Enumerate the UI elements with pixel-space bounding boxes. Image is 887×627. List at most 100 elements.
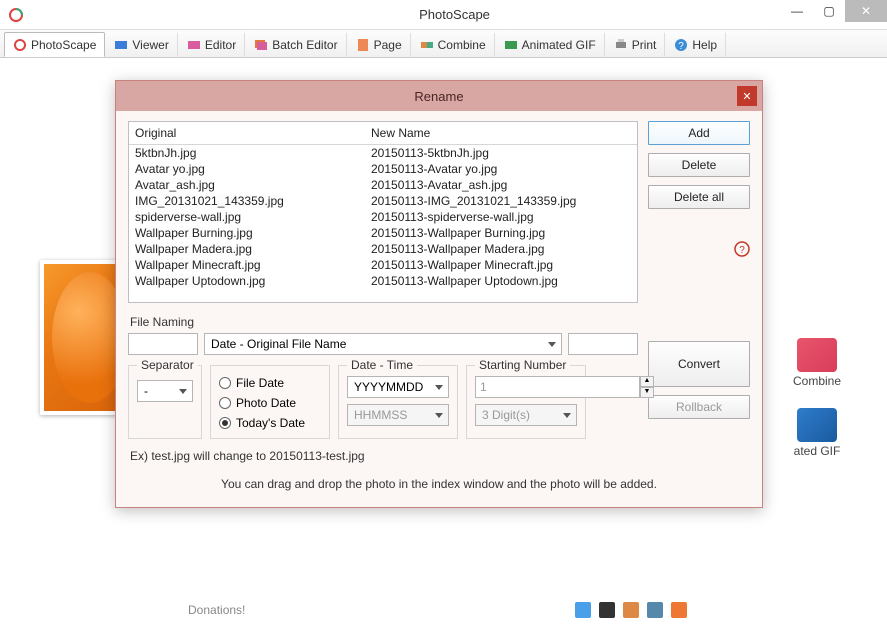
titlebar: PhotoScape — ▢ ✕ xyxy=(0,0,887,30)
drag-drop-hint: You can drag and drop the photo in the i… xyxy=(128,477,750,495)
status-icon-3[interactable] xyxy=(647,602,663,618)
tab-label: Batch Editor xyxy=(272,38,337,52)
table-row[interactable]: IMG_20131021_143359.jpg20150113-IMG_2013… xyxy=(129,193,637,209)
status-icon-4[interactable] xyxy=(671,602,687,618)
svg-text:?: ? xyxy=(739,245,745,256)
donations-link[interactable]: Donations! xyxy=(188,603,245,617)
feature-label: Combine xyxy=(793,374,841,388)
prefix-input[interactable] xyxy=(128,333,198,355)
page-icon xyxy=(356,38,370,52)
date-time-legend: Date - Time xyxy=(347,358,417,372)
tab-batch-editor[interactable]: Batch Editor xyxy=(245,32,346,57)
radio-icon xyxy=(219,397,231,409)
tab-label: Print xyxy=(632,38,657,52)
naming-template-select[interactable]: Date - Original File Name xyxy=(204,333,562,355)
dialog-titlebar[interactable]: Rename ✕ xyxy=(116,81,762,111)
help-icon: ? xyxy=(674,38,688,52)
separator-legend: Separator xyxy=(137,358,198,372)
app-icon xyxy=(8,7,24,23)
digits-select[interactable]: 3 Digit(s) xyxy=(475,404,577,426)
tab-photoscape[interactable]: PhotoScape xyxy=(4,32,105,57)
radio-icon xyxy=(219,377,231,389)
delete-all-button[interactable]: Delete all xyxy=(648,185,750,209)
table-row[interactable]: Avatar yo.jpg20150113-Avatar yo.jpg xyxy=(129,161,637,177)
close-button[interactable]: ✕ xyxy=(845,0,887,22)
suffix-input[interactable] xyxy=(568,333,638,355)
radio-photo-date[interactable]: Photo Date xyxy=(219,396,321,410)
status-icons xyxy=(575,602,687,618)
feature-animated-gif[interactable]: ated GIF xyxy=(787,408,847,458)
delete-button[interactable]: Delete xyxy=(648,153,750,177)
gif-icon xyxy=(504,38,518,52)
grid-rows: 5ktbnJh.jpg20150113-5ktbnJh.jpg Avatar y… xyxy=(129,145,637,289)
combine-icon xyxy=(420,38,434,52)
separator-select[interactable]: - xyxy=(137,380,193,402)
table-row[interactable]: Wallpaper Burning.jpg20150113-Wallpaper … xyxy=(129,225,637,241)
table-row[interactable]: spiderverse-wall.jpg20150113-spiderverse… xyxy=(129,209,637,225)
feature-label: ated GIF xyxy=(794,444,841,458)
radio-file-date[interactable]: File Date xyxy=(219,376,321,390)
starting-number-fieldset: Starting Number ▲▼ 3 Digit(s) xyxy=(466,365,586,439)
naming-row: Date - Original File Name xyxy=(128,333,638,355)
tab-label: PhotoScape xyxy=(31,38,96,52)
tab-label: Animated GIF xyxy=(522,38,596,52)
convert-button[interactable]: Convert xyxy=(648,341,750,387)
tab-label: Viewer xyxy=(132,38,168,52)
spin-down[interactable]: ▼ xyxy=(640,387,654,398)
date-time-fieldset: Date - Time YYYYMMDD HHMMSS xyxy=(338,365,458,439)
table-row[interactable]: Wallpaper Uptodown.jpg20150113-Wallpaper… xyxy=(129,273,637,289)
tab-editor[interactable]: Editor xyxy=(178,32,245,57)
maximize-button[interactable]: ▢ xyxy=(813,0,845,22)
time-format-select[interactable]: HHMMSS xyxy=(347,404,449,426)
tab-viewer[interactable]: Viewer xyxy=(105,32,177,57)
dialog-close-button[interactable]: ✕ xyxy=(737,86,757,106)
starting-number-legend: Starting Number xyxy=(475,358,570,372)
example-text: Ex) test.jpg will change to 20150113-tes… xyxy=(130,449,638,463)
rollback-button[interactable]: Rollback xyxy=(648,395,750,419)
file-naming-label: File Naming xyxy=(130,315,638,329)
table-row[interactable]: 5ktbnJh.jpg20150113-5ktbnJh.jpg xyxy=(129,145,637,161)
feature-combine[interactable]: Combine xyxy=(787,338,847,388)
grid-header: Original New Name xyxy=(129,122,637,145)
dialog-title: Rename xyxy=(414,89,463,104)
tab-label: Combine xyxy=(438,38,486,52)
column-new-name[interactable]: New Name xyxy=(365,122,436,144)
convert-buttons: Convert Rollback xyxy=(648,315,750,463)
table-row[interactable]: Avatar_ash.jpg20150113-Avatar_ash.jpg xyxy=(129,177,637,193)
tab-label: Editor xyxy=(205,38,236,52)
tab-combine[interactable]: Combine xyxy=(411,32,495,57)
batch-icon xyxy=(254,38,268,52)
tab-print[interactable]: Print xyxy=(605,32,666,57)
tab-label: Help xyxy=(692,38,717,52)
table-row[interactable]: Wallpaper Madera.jpg20150113-Wallpaper M… xyxy=(129,241,637,257)
dialog-body: Original New Name 5ktbnJh.jpg20150113-5k… xyxy=(116,111,762,507)
column-original[interactable]: Original xyxy=(129,122,365,144)
photoscape-icon xyxy=(13,38,27,52)
options-row: Separator - File Date Photo Date Today's… xyxy=(128,365,638,439)
starting-number-input[interactable] xyxy=(475,376,640,398)
help-icon[interactable]: ? xyxy=(734,241,750,257)
status-icon-1[interactable] xyxy=(599,602,615,618)
print-icon xyxy=(614,38,628,52)
rename-dialog: Rename ✕ Original New Name 5ktbnJh.jpg20… xyxy=(115,80,763,508)
status-icon-2[interactable] xyxy=(623,602,639,618)
minimize-button[interactable]: — xyxy=(781,0,813,22)
date-format-select[interactable]: YYYYMMDD xyxy=(347,376,449,398)
main-toolbar: PhotoScape Viewer Editor Batch Editor Pa… xyxy=(0,30,887,58)
spin-up[interactable]: ▲ xyxy=(640,376,654,387)
lang-icon[interactable] xyxy=(575,602,591,618)
tab-animated-gif[interactable]: Animated GIF xyxy=(495,32,605,57)
tab-label: Page xyxy=(374,38,402,52)
viewer-icon xyxy=(114,38,128,52)
starting-number-spinner[interactable]: ▲▼ xyxy=(475,376,577,398)
date-source-fieldset: File Date Photo Date Today's Date xyxy=(210,365,330,439)
radio-todays-date[interactable]: Today's Date xyxy=(219,416,321,430)
status-strip: Donations! xyxy=(0,599,887,621)
table-row[interactable]: Wallpaper Minecraft.jpg20150113-Wallpape… xyxy=(129,257,637,273)
add-button[interactable]: Add xyxy=(648,121,750,145)
file-grid[interactable]: Original New Name 5ktbnJh.jpg20150113-5k… xyxy=(128,121,638,303)
tab-help[interactable]: ? Help xyxy=(665,32,726,57)
grid-buttons: Add Delete Delete all ? xyxy=(648,121,750,303)
tab-page[interactable]: Page xyxy=(347,32,411,57)
editor-icon xyxy=(187,38,201,52)
